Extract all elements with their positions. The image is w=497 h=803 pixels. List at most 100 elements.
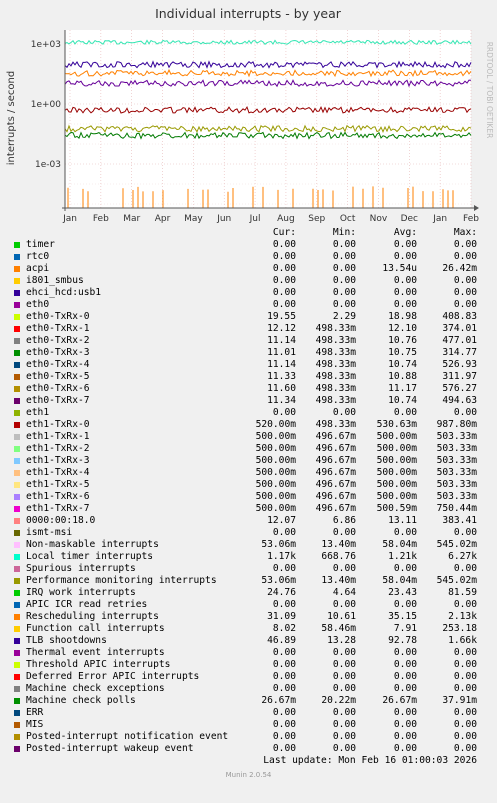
legend-row: ERR 0.00 0.00 0.00 0.00: [0, 707, 497, 719]
legend-row: Spurious interrupts 0.00 0.00 0.00 0.00: [0, 563, 497, 575]
legend-min-value: 4.64: [332, 587, 356, 598]
legend-max-value: 477.01: [442, 335, 477, 346]
legend-cur-value: 11.60: [267, 383, 296, 394]
legend-swatch: [14, 722, 20, 728]
legend-cur-value: 26.67m: [261, 695, 296, 706]
legend-cur-value: 0.00: [272, 743, 296, 754]
legend-row: Non-maskable interrupts 53.06m 13.40m 58.04…: [0, 539, 497, 551]
legend-name: Function call interrupts: [26, 623, 165, 634]
legend-swatch: [14, 506, 20, 512]
legend-avg-value: 0.00: [393, 647, 417, 658]
legend-row: MIS 0.00 0.00 0.00 0.00: [0, 719, 497, 731]
legend-max-value: 0.00: [453, 299, 477, 310]
x-tick-label: May: [184, 214, 203, 224]
legend-avg-value: 13.54u: [382, 263, 417, 274]
legend-min-value: 498.33m: [315, 359, 356, 370]
legend-name: ismt-msi: [26, 527, 73, 538]
legend-name: ehci_hcd:usb1: [26, 287, 102, 298]
legend-max-value: 0.00: [453, 743, 477, 754]
legend-row: eth0-TxRx-1 12.12 498.33m 12.10 374.01: [0, 323, 497, 335]
legend-avg-value: 500.59m: [376, 503, 417, 514]
legend-swatch: [14, 338, 20, 344]
legend-swatch: [14, 314, 20, 320]
y-tick-label: 1e+00: [31, 100, 62, 110]
legend-cur-value: 53.06m: [261, 575, 296, 586]
legend-swatch: [14, 602, 20, 608]
legend-max-value: 545.02m: [436, 575, 477, 586]
legend-cur-value: 0.00: [272, 563, 296, 574]
x-tick-label: Jan: [62, 214, 77, 224]
legend-min-value: 0.00: [332, 251, 356, 262]
legend-swatch: [14, 638, 20, 644]
legend-avg-value: 0.00: [393, 731, 417, 742]
legend-swatch: [14, 350, 20, 356]
legend-cur-value: 0.00: [272, 287, 296, 298]
legend-avg-value: 0.00: [393, 287, 417, 298]
legend-row: Function call interrupts 8.02 58.46m 7.91 25…: [0, 623, 497, 635]
legend-swatch: [14, 662, 20, 668]
legend-name: eth1-TxRx-7: [26, 503, 90, 514]
legend-swatch: [14, 554, 20, 560]
legend-name: Performance monitoring interrupts: [26, 575, 217, 586]
legend-max-value: 2.13k: [448, 611, 477, 622]
legend-name: Deferred Error APIC interrupts: [26, 671, 200, 682]
legend-min-value: 0.00: [332, 743, 356, 754]
legend-min-value: 496.67m: [315, 467, 356, 478]
legend-max-value: 503.33m: [436, 455, 477, 466]
legend-cur-value: 500.00m: [255, 503, 296, 514]
legend-avg-value: 35.15: [388, 611, 417, 622]
legend-min-value: 498.33m: [315, 371, 356, 382]
legend-name: Posted-interrupt notification event: [26, 731, 229, 742]
y-tick-label: 1e-03: [35, 160, 61, 170]
legend-min-value: 10.61: [327, 611, 356, 622]
legend-min-value: 498.33m: [315, 419, 356, 430]
legend-min-value: 496.67m: [315, 431, 356, 442]
legend-swatch: [14, 734, 20, 740]
legend-row: rtc0 0.00 0.00 0.00 0.00: [0, 251, 497, 263]
legend-name: eth0-TxRx-3: [26, 347, 90, 358]
x-tick-label: Nov: [370, 214, 388, 224]
legend-swatch: [14, 434, 20, 440]
legend-name: eth1: [26, 407, 50, 418]
legend-name: Non-maskable interrupts: [26, 539, 159, 550]
legend-name: Posted-interrupt wakeup event: [26, 743, 194, 754]
legend-max-value: 0.00: [453, 239, 477, 250]
legend-max-value: 0.00: [453, 647, 477, 658]
legend-min-value: 0.00: [332, 299, 356, 310]
legend-name: APIC ICR read retries: [26, 599, 148, 610]
legend-avg-value: 7.91: [393, 623, 417, 634]
legend-cur-value: 520.00m: [255, 419, 296, 430]
legend-name: eth0-TxRx-5: [26, 371, 90, 382]
legend-max-value: 0.00: [453, 671, 477, 682]
legend-name: eth0: [26, 299, 50, 310]
legend-cur-value: 0.00: [272, 659, 296, 670]
legend-swatch: [14, 470, 20, 476]
legend-swatch: [14, 410, 20, 416]
legend-avg-value: 0.00: [393, 719, 417, 730]
legend-min-value: 13.40m: [321, 539, 356, 550]
legend-min-value: 13.28: [327, 635, 356, 646]
legend-name: eth1-TxRx-4: [26, 467, 90, 478]
legend-name: eth1-TxRx-5: [26, 479, 90, 490]
legend-max-value: 408.83: [442, 311, 477, 322]
legend-cur-value: 500.00m: [255, 455, 296, 466]
legend-row: Thermal event interrupts 0.00 0.00 0.00 0.00: [0, 647, 497, 659]
legend-avg-value: 0.00: [393, 275, 417, 286]
legend-row: eth0-TxRx-7 11.34 498.33m 10.74 494.63: [0, 395, 497, 407]
legend-avg-value: 0.00: [393, 407, 417, 418]
legend-row: eth1-TxRx-7 500.00m 496.67m 500.59m 750.44m: [0, 503, 497, 515]
legend-row: ehci_hcd:usb1 0.00 0.00 0.00 0.00: [0, 287, 497, 299]
legend-swatch: [14, 566, 20, 572]
legend-row: Deferred Error APIC interrupts 0.00 0.00 0.…: [0, 671, 497, 683]
legend-avg-value: 1.21k: [388, 551, 417, 562]
legend-rows: timer 0.00 0.00 0.00 0.00 rtc0 0.00 0.00 0.00 0.0…: [0, 239, 497, 755]
legend-min-value: 0.00: [332, 707, 356, 718]
legend-max-value: 374.01: [442, 323, 477, 334]
legend-name: rtc0: [26, 251, 50, 262]
legend-row: ismt-msi 0.00 0.00 0.00 0.00: [0, 527, 497, 539]
legend-swatch: [14, 674, 20, 680]
legend-min-value: 0.00: [332, 275, 356, 286]
legend-row: eth1-TxRx-2 500.00m 496.67m 500.00m 503.33m: [0, 443, 497, 455]
chart-title: Individual interrupts - by year: [155, 6, 342, 21]
x-tick-label: Sep: [308, 214, 325, 224]
